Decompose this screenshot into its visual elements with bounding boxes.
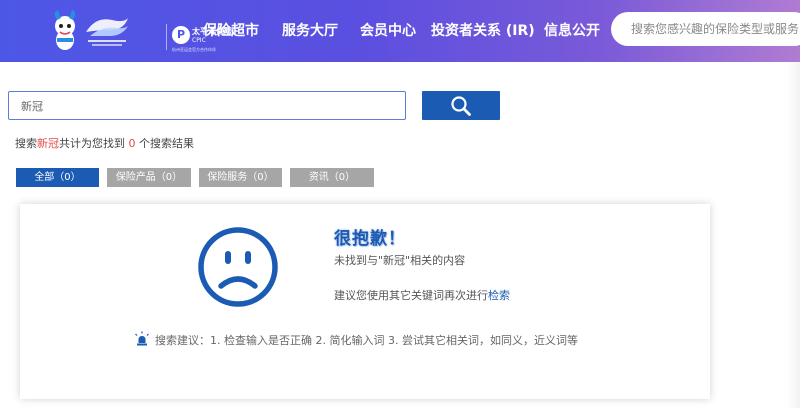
tab-news[interactable]: 资讯（0） — [290, 168, 374, 187]
result-keyword: 新冠 — [37, 137, 59, 150]
header-search-box[interactable] — [611, 12, 800, 46]
tips-text: 搜索建议：1. 检查输入是否正确 2. 简化输入词 3. 尝试其它相关词，如同义… — [155, 334, 578, 347]
tab-insurance-products[interactable]: 保险产品（0） — [107, 168, 191, 187]
empty-result-card: 很抱歉！ 未找到与"新冠"相关的内容 建议您使用其它关键词再次进行检索 搜索建议… — [20, 204, 710, 399]
header-search-input[interactable] — [631, 13, 800, 45]
result-prefix: 搜索 — [15, 137, 37, 150]
suggest-line: 建议您使用其它关键词再次进行检索 — [334, 287, 510, 303]
sad-face-icon — [198, 227, 278, 307]
not-found-message: 未找到与"新冠"相关的内容 — [334, 254, 466, 267]
top-header: P 太平洋保险 CPIC 杭州亚运会官方合作伙伴 保险超市 服务大厅 会员中心 … — [0, 0, 800, 62]
suggest-prefix: 建议您使用其它关键词再次进行 — [334, 289, 488, 302]
cpic-mark-icon: P — [172, 26, 190, 44]
nav-info-disclosure[interactable]: 信息公开 — [544, 20, 600, 42]
result-suffix: 个搜索结果 — [135, 137, 194, 150]
sorry-title: 很抱歉！ — [334, 229, 406, 249]
mascot-icon — [54, 10, 76, 50]
search-input[interactable] — [8, 91, 406, 120]
asian-games-logo-icon — [86, 18, 128, 46]
cpic-sub: 杭州亚运会官方合作伙伴 — [172, 47, 216, 52]
result-middle: 共计为您找到 — [59, 137, 129, 150]
nav-member-center[interactable]: 会员中心 — [360, 20, 416, 42]
nav-insurance-market[interactable]: 保险超市 — [203, 20, 259, 42]
lightbulb-icon — [135, 331, 149, 346]
search-button[interactable] — [422, 91, 500, 120]
page-edge-shadow — [786, 62, 800, 408]
magnifier-icon — [451, 96, 471, 116]
result-summary: 搜索新冠共计为您找到 0 个搜索结果 — [15, 135, 194, 151]
logo-divider — [166, 24, 167, 50]
result-count: 0 — [128, 137, 136, 150]
retry-search-link[interactable]: 检索 — [488, 289, 510, 302]
brand-logo[interactable]: P 太平洋保险 CPIC 杭州亚运会官方合作伙伴 — [48, 10, 232, 52]
tab-insurance-services[interactable]: 保险服务（0） — [199, 168, 282, 187]
nav-service-hall[interactable]: 服务大厅 — [282, 20, 338, 42]
nav-investor-relations[interactable]: 投资者关系 (IR) — [431, 20, 535, 42]
tab-all[interactable]: 全部（0） — [16, 168, 99, 187]
